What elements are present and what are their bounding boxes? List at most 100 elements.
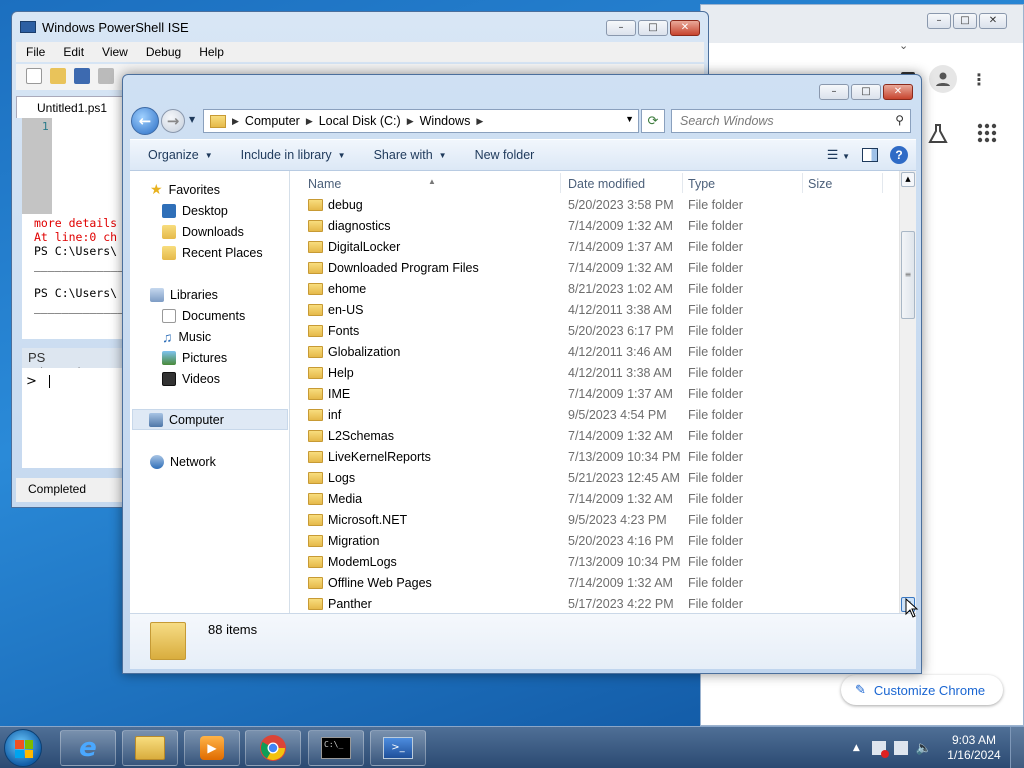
file-row[interactable]: IME 7/14/2009 1:37 AM File folder <box>290 384 898 405</box>
breadcrumb-separator-icon[interactable]: ▶ <box>306 116 313 127</box>
help-icon[interactable]: ? <box>890 146 908 164</box>
cut-icon[interactable] <box>98 68 114 84</box>
forward-button[interactable]: → <box>161 109 185 133</box>
recent-pages-dropdown-icon[interactable]: ▼ <box>189 115 195 124</box>
taskbar-powershell[interactable]: >_ <box>370 730 426 766</box>
nav-music[interactable]: ♫ Music <box>162 326 211 347</box>
tab-search-chevron-icon[interactable]: ⌄ <box>899 39 908 52</box>
taskbar-explorer[interactable] <box>122 730 178 766</box>
file-row[interactable]: diagnostics 7/14/2009 1:32 AM File folder <box>290 216 898 237</box>
change-view-icon[interactable]: ☰ ▼ <box>827 147 850 163</box>
network-status-icon[interactable] <box>893 741 908 755</box>
maximize-button[interactable]: □ <box>638 20 668 36</box>
profile-icon[interactable] <box>929 65 957 93</box>
file-row[interactable]: Help 4/12/2011 3:38 AM File folder <box>290 363 898 384</box>
back-button[interactable]: ← <box>131 107 159 135</box>
file-row[interactable]: Globalization 4/12/2011 3:46 AM File folde… <box>290 342 898 363</box>
file-row[interactable]: DigitalLocker 7/14/2009 1:37 AM File folde… <box>290 237 898 258</box>
file-row[interactable]: inf 9/5/2023 4:54 PM File folder <box>290 405 898 426</box>
breadcrumb-separator-icon[interactable]: ▶ <box>232 116 239 127</box>
breadcrumb-computer[interactable]: Computer <box>245 114 300 128</box>
column-divider[interactable] <box>682 173 683 193</box>
command-input[interactable]: > <box>22 368 122 468</box>
start-button[interactable] <box>4 729 42 767</box>
taskbar-chrome[interactable] <box>245 730 301 766</box>
preview-pane-icon[interactable] <box>862 148 878 162</box>
scroll-up-button[interactable]: ▲ <box>901 172 915 187</box>
nav-videos[interactable]: Videos <box>162 368 220 389</box>
refresh-button[interactable]: ⟳ <box>641 109 665 133</box>
file-row[interactable]: Offline Web Pages 7/14/2009 1:32 AM File f… <box>290 573 898 594</box>
volume-muted-icon[interactable]: 🔈 <box>916 741 932 756</box>
taskbar-media-player[interactable]: ▶ <box>184 730 240 766</box>
breadcrumb-separator-icon[interactable]: ▶ <box>476 116 483 127</box>
column-divider[interactable] <box>560 173 561 193</box>
include-in-library-button[interactable]: Include in library ▼ <box>223 148 356 162</box>
new-file-icon[interactable] <box>26 68 42 84</box>
file-row[interactable]: ModemLogs 7/13/2009 10:34 PM File folder <box>290 552 898 573</box>
file-row[interactable]: en-US 4/12/2011 3:38 AM File folder <box>290 300 898 321</box>
file-row[interactable]: Downloaded Program Files 7/14/2009 1:32 A… <box>290 258 898 279</box>
menu-debug[interactable]: Debug <box>146 45 181 59</box>
taskbar-cmd[interactable]: C:\_ <box>308 730 364 766</box>
scroll-thumb[interactable]: ≡ <box>901 231 915 319</box>
open-folder-icon[interactable] <box>50 68 66 84</box>
new-folder-button[interactable]: New folder <box>457 148 545 162</box>
search-input[interactable]: Search Windows ⚲ <box>671 109 911 133</box>
file-row[interactable]: ehome 8/21/2023 1:02 AM File folder <box>290 279 898 300</box>
minimize-button[interactable]: – <box>927 13 951 29</box>
close-button[interactable]: ✕ <box>670 20 700 36</box>
script-editor[interactable]: 1 <box>22 118 122 214</box>
minimize-button[interactable]: – <box>606 20 636 36</box>
column-date-modified[interactable]: Date modified <box>568 177 645 191</box>
maximize-button[interactable]: □ <box>851 84 881 100</box>
customize-chrome-button[interactable]: ✎ Customize Chrome <box>841 675 1003 705</box>
taskbar-ie[interactable]: e <box>60 730 116 766</box>
search-icon[interactable]: ⚲ <box>895 113 904 127</box>
column-name[interactable]: Name <box>308 177 341 191</box>
file-row[interactable]: Panther 5/17/2023 4:22 PM File folder <box>290 594 898 613</box>
menu-edit[interactable]: Edit <box>63 45 84 59</box>
nav-pictures[interactable]: Pictures <box>162 347 227 368</box>
file-row[interactable]: Media 7/14/2009 1:32 AM File folder <box>290 489 898 510</box>
nav-libraries[interactable]: Libraries <box>150 284 218 305</box>
share-with-button[interactable]: Share with ▼ <box>356 148 457 162</box>
close-button[interactable]: ✕ <box>883 84 913 100</box>
show-hidden-icons-icon[interactable]: ▲ <box>853 743 860 753</box>
action-center-flag-icon[interactable] <box>871 741 889 758</box>
clock[interactable]: 9:03 AM 1/16/2024 <box>938 733 1010 763</box>
file-row[interactable]: LiveKernelReports 7/13/2009 10:34 PM File … <box>290 447 898 468</box>
nav-favorites[interactable]: ★ Favorites <box>150 179 220 200</box>
file-row[interactable]: Logs 5/21/2023 12:45 AM File folder <box>290 468 898 489</box>
nav-network[interactable]: Network <box>150 451 216 472</box>
file-row[interactable]: debug 5/20/2023 3:58 PM File folder <box>290 195 898 216</box>
console-output[interactable]: more details At line:0 ch PS C:\Users\ ____… <box>22 214 122 339</box>
column-divider[interactable] <box>802 173 803 193</box>
menu-file[interactable]: File <box>26 45 45 59</box>
menu-kebab-icon[interactable]: ⋮ <box>971 70 987 89</box>
column-size[interactable]: Size <box>808 177 832 191</box>
save-icon[interactable] <box>74 68 90 84</box>
nav-documents[interactable]: Documents <box>162 305 245 326</box>
close-button[interactable]: ✕ <box>979 13 1007 29</box>
column-type[interactable]: Type <box>688 177 715 191</box>
nav-recent-places[interactable]: Recent Places <box>162 242 263 263</box>
nav-computer[interactable]: Computer <box>132 409 288 430</box>
file-row[interactable]: Microsoft.NET 9/5/2023 4:23 PM File folder <box>290 510 898 531</box>
organize-button[interactable]: Organize ▼ <box>130 148 223 162</box>
nav-desktop[interactable]: Desktop <box>162 200 228 221</box>
menu-view[interactable]: View <box>102 45 128 59</box>
column-divider[interactable] <box>882 173 883 193</box>
breadcrumb-windows[interactable]: Windows <box>420 114 471 128</box>
labs-flask-icon[interactable] <box>927 123 949 148</box>
file-row[interactable]: L2Schemas 7/14/2009 1:32 AM File folder <box>290 426 898 447</box>
minimize-button[interactable]: – <box>819 84 849 100</box>
address-dropdown-icon[interactable]: ▼ <box>625 114 634 124</box>
menu-help[interactable]: Help <box>199 45 224 59</box>
apps-grid-icon[interactable] <box>977 123 997 146</box>
show-desktop-button[interactable] <box>1010 727 1024 768</box>
file-row[interactable]: Migration 5/20/2023 4:16 PM File folder <box>290 531 898 552</box>
file-row[interactable]: Fonts 5/20/2023 6:17 PM File folder <box>290 321 898 342</box>
address-bar[interactable]: ▶ Computer ▶ Local Disk (C:) ▶ Windows ▶… <box>203 109 639 133</box>
tab-untitled1[interactable]: Untitled1.ps1 <box>16 96 126 118</box>
